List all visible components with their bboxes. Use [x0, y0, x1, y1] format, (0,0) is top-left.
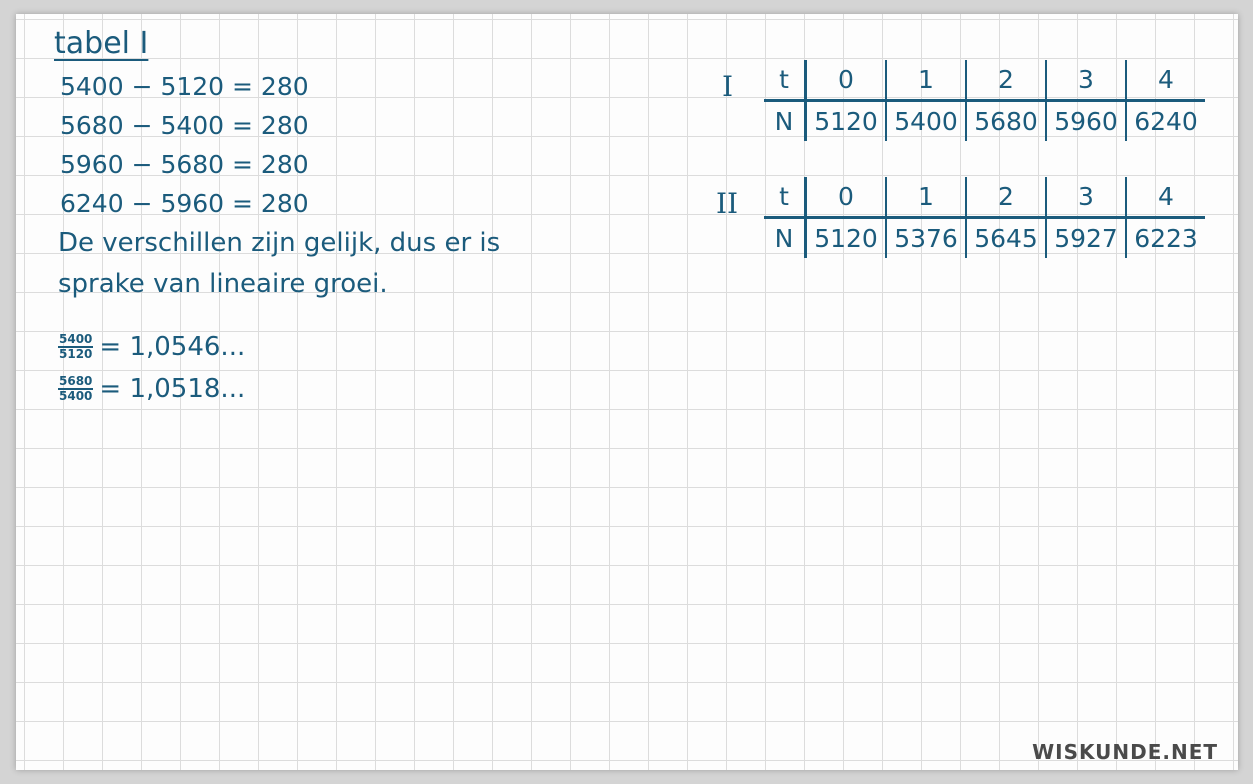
- t-cell: 0: [805, 177, 887, 219]
- n-cell: 5376: [886, 217, 967, 258]
- table-1: t 0 1 2 3 4 N 5120 5400 5680 5960 6240: [764, 60, 1205, 141]
- t-cell: 4: [1126, 177, 1205, 219]
- difference-line-2: 5680 − 5400 = 280: [60, 111, 309, 140]
- difference-line-1: 5400 − 5120 = 280: [60, 72, 309, 101]
- n-cell: 5120: [805, 100, 887, 141]
- row-label-n: N: [764, 100, 807, 141]
- n-cell: 5120: [805, 217, 887, 258]
- t-cell: 4: [1126, 60, 1205, 102]
- table-2-label: II: [716, 187, 739, 220]
- table-row-t: t 0 1 2 3 4: [764, 60, 1205, 102]
- n-cell: 6240: [1134, 107, 1198, 136]
- table-1-label: I: [722, 70, 734, 103]
- ratio-fraction-2: 5680 5400: [58, 374, 94, 403]
- n-cell: 5960: [1046, 100, 1127, 141]
- conclusion-line-2: sprake van lineaire groei.: [58, 269, 388, 299]
- page-title: tabel I: [54, 26, 149, 61]
- ratio-numerator: 5680: [58, 374, 94, 390]
- row-label-n: N: [764, 217, 807, 258]
- ratio-denominator: 5400: [59, 389, 93, 403]
- t-cell: 0: [805, 60, 887, 102]
- difference-line-3: 5960 − 5680 = 280: [60, 150, 309, 179]
- n-cell: 5680: [966, 100, 1047, 141]
- ratio-numerator: 5400: [58, 332, 94, 348]
- t-cell: 3: [1046, 60, 1127, 102]
- difference-line-4: 6240 − 5960 = 280: [60, 189, 309, 218]
- t-cell: 1: [886, 60, 967, 102]
- n-cell: 5645: [966, 217, 1047, 258]
- table-row-n: N 5120 5400 5680 5960 6240: [764, 100, 1205, 141]
- n-cell: 5400: [886, 100, 967, 141]
- row-label-t: t: [764, 177, 807, 219]
- t-cell: 1: [886, 177, 967, 219]
- table-2: t 0 1 2 3 4 N 5120 5376 5645 5927 6223: [764, 177, 1205, 258]
- t-cell: 3: [1046, 177, 1127, 219]
- n-cell: 5927: [1046, 217, 1127, 258]
- graph-paper: tabel I 5400 − 5120 = 280 5680 − 5400 = …: [16, 14, 1238, 770]
- ratio-line-2: 5680 5400 = 1,0518...: [58, 374, 245, 404]
- t-cell: 2: [966, 60, 1047, 102]
- ratio-fraction-1: 5400 5120: [58, 332, 94, 361]
- ratio-value: = 1,0518...: [99, 374, 246, 404]
- table-row-n: N 5120 5376 5645 5927 6223: [764, 217, 1205, 258]
- table-row-t: t 0 1 2 3 4: [764, 177, 1205, 219]
- ratio-value: = 1,0546...: [99, 332, 246, 362]
- n-cell: 6223: [1134, 224, 1198, 253]
- wiskunde-logo: WISKUNDE.NET: [1032, 740, 1218, 764]
- t-cell: 2: [966, 177, 1047, 219]
- conclusion-line-1: De verschillen zijn gelijk, dus er is: [58, 228, 501, 258]
- ratio-denominator: 5120: [59, 347, 93, 361]
- ratio-line-1: 5400 5120 = 1,0546...: [58, 332, 245, 362]
- row-label-t: t: [764, 60, 807, 102]
